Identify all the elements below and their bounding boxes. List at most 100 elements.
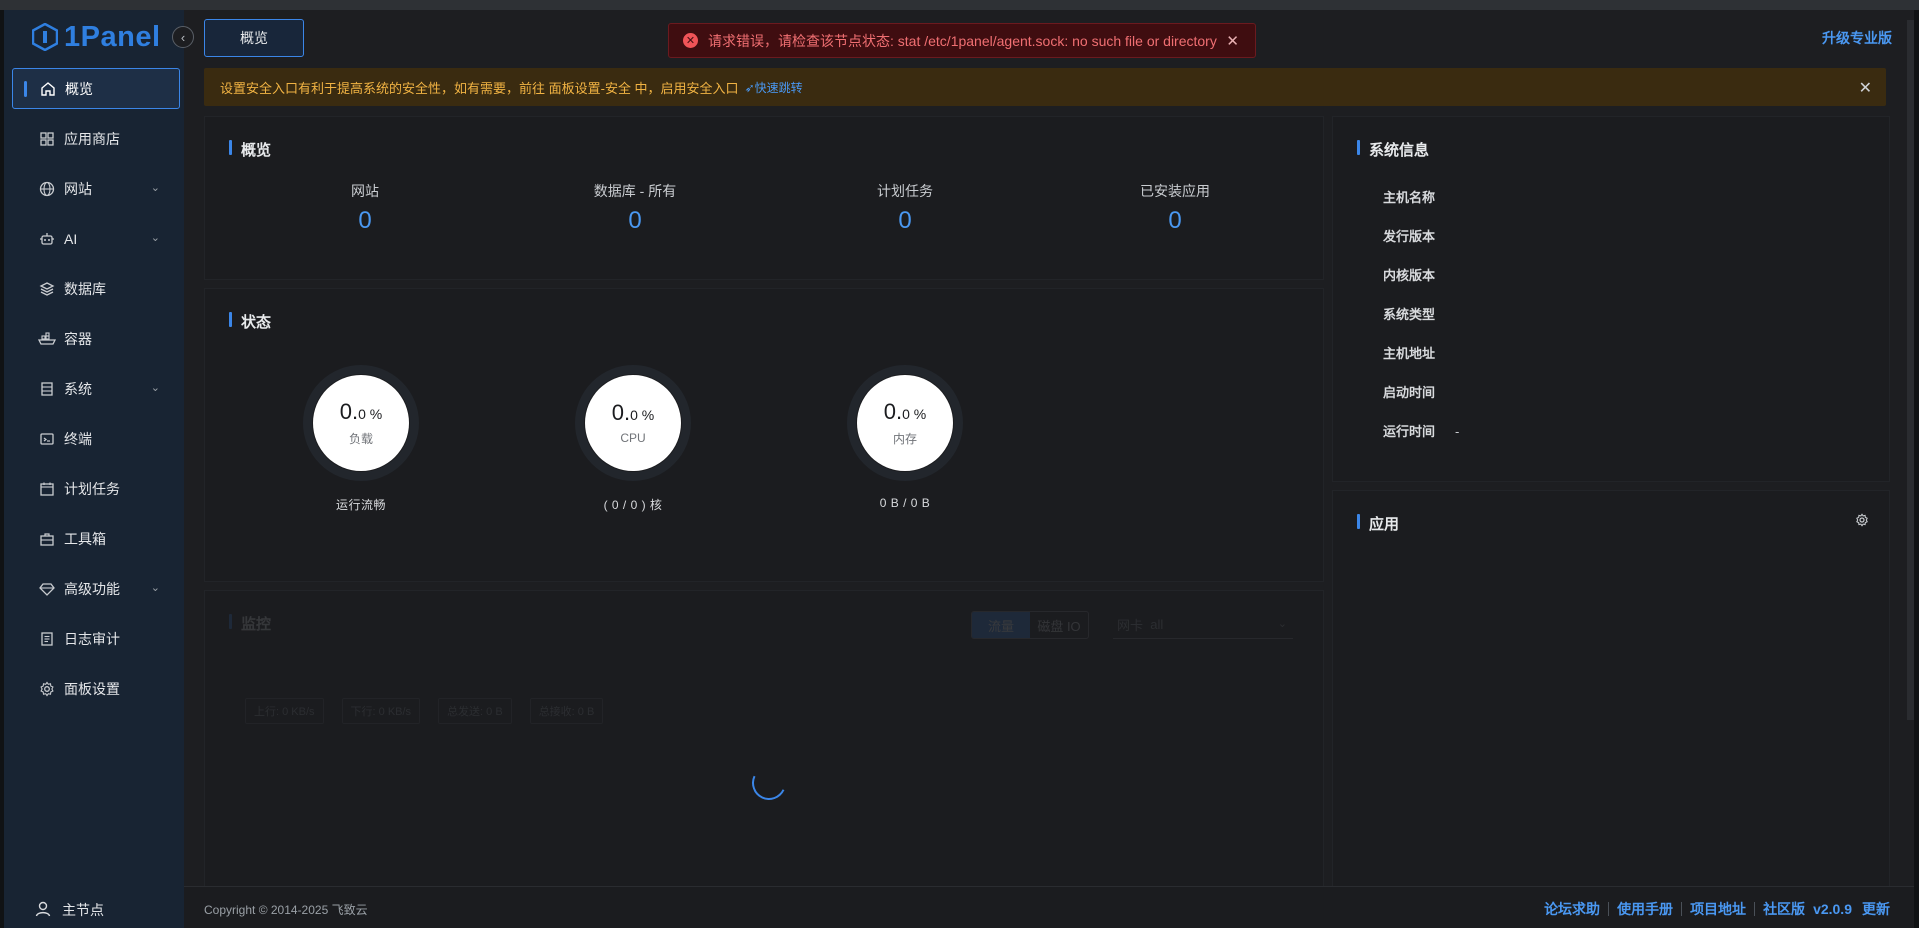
sysinfo-label: 主机名称 (1383, 190, 1436, 205)
sysinfo-label: 启动时间 (1383, 385, 1436, 400)
sysinfo-distro: 发行版本 (1383, 226, 1455, 245)
overview-cron[interactable]: 计划任务 0 (805, 181, 1005, 235)
close-icon[interactable]: ✕ (1859, 78, 1872, 98)
gauge-int: 0. (883, 398, 903, 424)
sidebar-item-cron[interactable]: 计划任务 (12, 468, 180, 509)
stat-download: 下行: 0 KB/s (341, 698, 421, 724)
sidebar-item-system[interactable]: 系统 ⌄ (12, 368, 180, 409)
sidebar-item-website[interactable]: 网站 ⌄ (12, 168, 180, 209)
sidebar-item-app-store[interactable]: 应用商店 (12, 118, 180, 159)
sidebar-item-label: 日志审计 (64, 630, 120, 647)
gauge-caption: CPU (620, 431, 646, 445)
cpu-gauge[interactable]: 0.0 % CPU ( 0 / 0 ) 核 (568, 365, 698, 513)
tab-traffic[interactable]: 流量 (972, 612, 1030, 638)
overview-installed-apps[interactable]: 已安装应用 0 (1075, 181, 1275, 235)
stat-value: 0 (628, 207, 642, 234)
panel-title: 状态 (229, 311, 271, 332)
gear-icon[interactable] (1855, 513, 1869, 530)
sysinfo-hostname: 主机名称 (1383, 187, 1455, 206)
node-label: 主节点 (62, 902, 104, 918)
logo[interactable]: 1Panel (32, 20, 161, 54)
browser-top-strip (0, 0, 1919, 10)
chevron-down-icon: ⌄ (150, 232, 160, 244)
sidebar-menu: 概览 应用商店 网站 ⌄ AI ⌄ 数据库 容器 系统 ⌄ 终端 计划任务 工具… (12, 68, 180, 718)
load-gauge[interactable]: 0.0 % 负载 运行流畅 (296, 365, 426, 513)
close-icon[interactable]: ✕ (1226, 32, 1239, 50)
gauge-ring: 0.0 % CPU (575, 365, 691, 481)
version-label: v2.0.9 (1813, 901, 1852, 917)
panel-title: 应用 (1357, 513, 1399, 534)
sidebar-item-ai[interactable]: AI ⌄ (12, 218, 180, 259)
stat-total-sent: 总发送: 0 B (438, 698, 512, 724)
error-message: 请求错误，请检查该节点状态: stat /etc/1panel/agent.so… (708, 32, 1217, 49)
sidebar-item-logs[interactable]: 日志审计 (12, 618, 180, 659)
sidebar-item-label: 系统 (64, 380, 92, 397)
gauge-disk: 0.0 % CPU (585, 375, 681, 471)
upgrade-pro-link[interactable]: 升级专业版 (1822, 28, 1892, 48)
gauge-value: 0.0 % (612, 401, 654, 427)
overview-databases[interactable]: 数据库 - 所有 0 (535, 181, 735, 235)
sidebar-item-label: AI (64, 230, 78, 247)
manual-link[interactable]: 使用手册 (1617, 899, 1673, 919)
gauge-subtext: 0 B / 0 B (879, 496, 931, 510)
stat-label: 网站 (351, 183, 379, 199)
update-link[interactable]: 更新 (1862, 899, 1890, 919)
calendar-icon (38, 480, 56, 498)
error-icon: ✕ (683, 33, 698, 48)
sysinfo-os-type: 系统类型 (1383, 304, 1455, 323)
sidebar-item-container[interactable]: 容器 (12, 318, 180, 359)
security-warning-banner: 设置安全入口有利于提高系统的安全性，如有需要，前往 面板设置-安全 中，启用安全… (204, 68, 1886, 106)
sidebar-item-label: 网站 (64, 180, 92, 197)
logo-icon (32, 23, 58, 51)
sidebar-item-advanced[interactable]: 高级功能 ⌄ (12, 568, 180, 609)
banner-message: 设置安全入口有利于提高系统的安全性，如有需要，前往 面板设置-安全 中，启用安全… (220, 80, 739, 96)
sysinfo-label: 发行版本 (1383, 229, 1436, 244)
sidebar-item-label: 高级功能 (64, 580, 120, 597)
gauge-value: 0.0 % (340, 399, 383, 426)
sidebar-collapse-button[interactable]: ‹ (172, 26, 194, 48)
gauge-subtext: ( 0 / 0 ) 核 (603, 498, 663, 512)
sidebar-item-settings[interactable]: 面板设置 (12, 668, 180, 709)
divider (1754, 902, 1756, 916)
sidebar-item-database[interactable]: 数据库 (12, 268, 180, 309)
quick-jump-link[interactable]: ➶快速跳转 (745, 79, 803, 96)
toolbox-icon (38, 530, 56, 548)
app-frame: 1Panel 概览 应用商店 网站 ⌄ AI ⌄ 数据库 容器 系统 ⌄ 终端 … (4, 10, 1914, 928)
sidebar-item-label: 容器 (64, 330, 92, 347)
forum-link[interactable]: 论坛求助 (1544, 899, 1600, 919)
sidebar-item-overview[interactable]: 概览 (12, 68, 180, 109)
container-ship-icon (38, 330, 56, 348)
node-selector[interactable]: 主节点 (34, 898, 104, 922)
divider (1608, 902, 1610, 916)
user-icon (34, 900, 52, 921)
terminal-icon (38, 430, 56, 448)
overview-panel: 概览 网站 0 数据库 - 所有 0 计划任务 0 已安装应用 0 (204, 116, 1324, 280)
chevron-down-icon: ⌄ (150, 382, 160, 394)
footer: Copyright © 2014-2025 飞致云 论坛求助 使用手册 项目地址… (184, 886, 1914, 928)
sidebar-item-toolbox[interactable]: 工具箱 (12, 518, 180, 559)
sidebar-item-label: 数据库 (64, 280, 106, 297)
sidebar-item-label: 应用商店 (64, 130, 120, 147)
scrollbar[interactable] (1907, 20, 1914, 720)
stat-upload: 上行: 0 KB/s (245, 698, 324, 724)
sidebar-item-terminal[interactable]: 终端 (12, 418, 180, 459)
log-icon (38, 630, 56, 648)
tab-disk-io[interactable]: 磁盘 IO (1030, 612, 1088, 638)
memory-gauge[interactable]: 0.0 % 内存 0 B / 0 B (840, 365, 970, 510)
panel-title: 系统信息 (1357, 139, 1429, 160)
chevron-left-icon: ‹ (180, 29, 186, 45)
sidebar-item-label: 工具箱 (64, 530, 106, 547)
gauge-dec: 0 % (358, 405, 383, 422)
overview-websites[interactable]: 网站 0 (265, 181, 465, 235)
system-info-panel: 系统信息 主机名称 发行版本 内核版本 系统类型 主机地址 启动时间 运行时间 - (1332, 116, 1890, 482)
sidebar-item-label: 面板设置 (64, 680, 120, 697)
loading-spinner-icon (747, 761, 791, 805)
project-link[interactable]: 项目地址 (1690, 899, 1746, 919)
divider (1681, 902, 1683, 916)
server-icon (38, 380, 56, 398)
gauge-disk: 0.0 % 负载 (313, 375, 409, 471)
chevron-down-icon: ⌄ (150, 582, 160, 594)
nic-select[interactable]: 网卡 all ⌄ (1113, 611, 1293, 639)
tab-overview[interactable]: 概览 (204, 19, 304, 57)
sidebar-item-label: 计划任务 (64, 480, 120, 497)
